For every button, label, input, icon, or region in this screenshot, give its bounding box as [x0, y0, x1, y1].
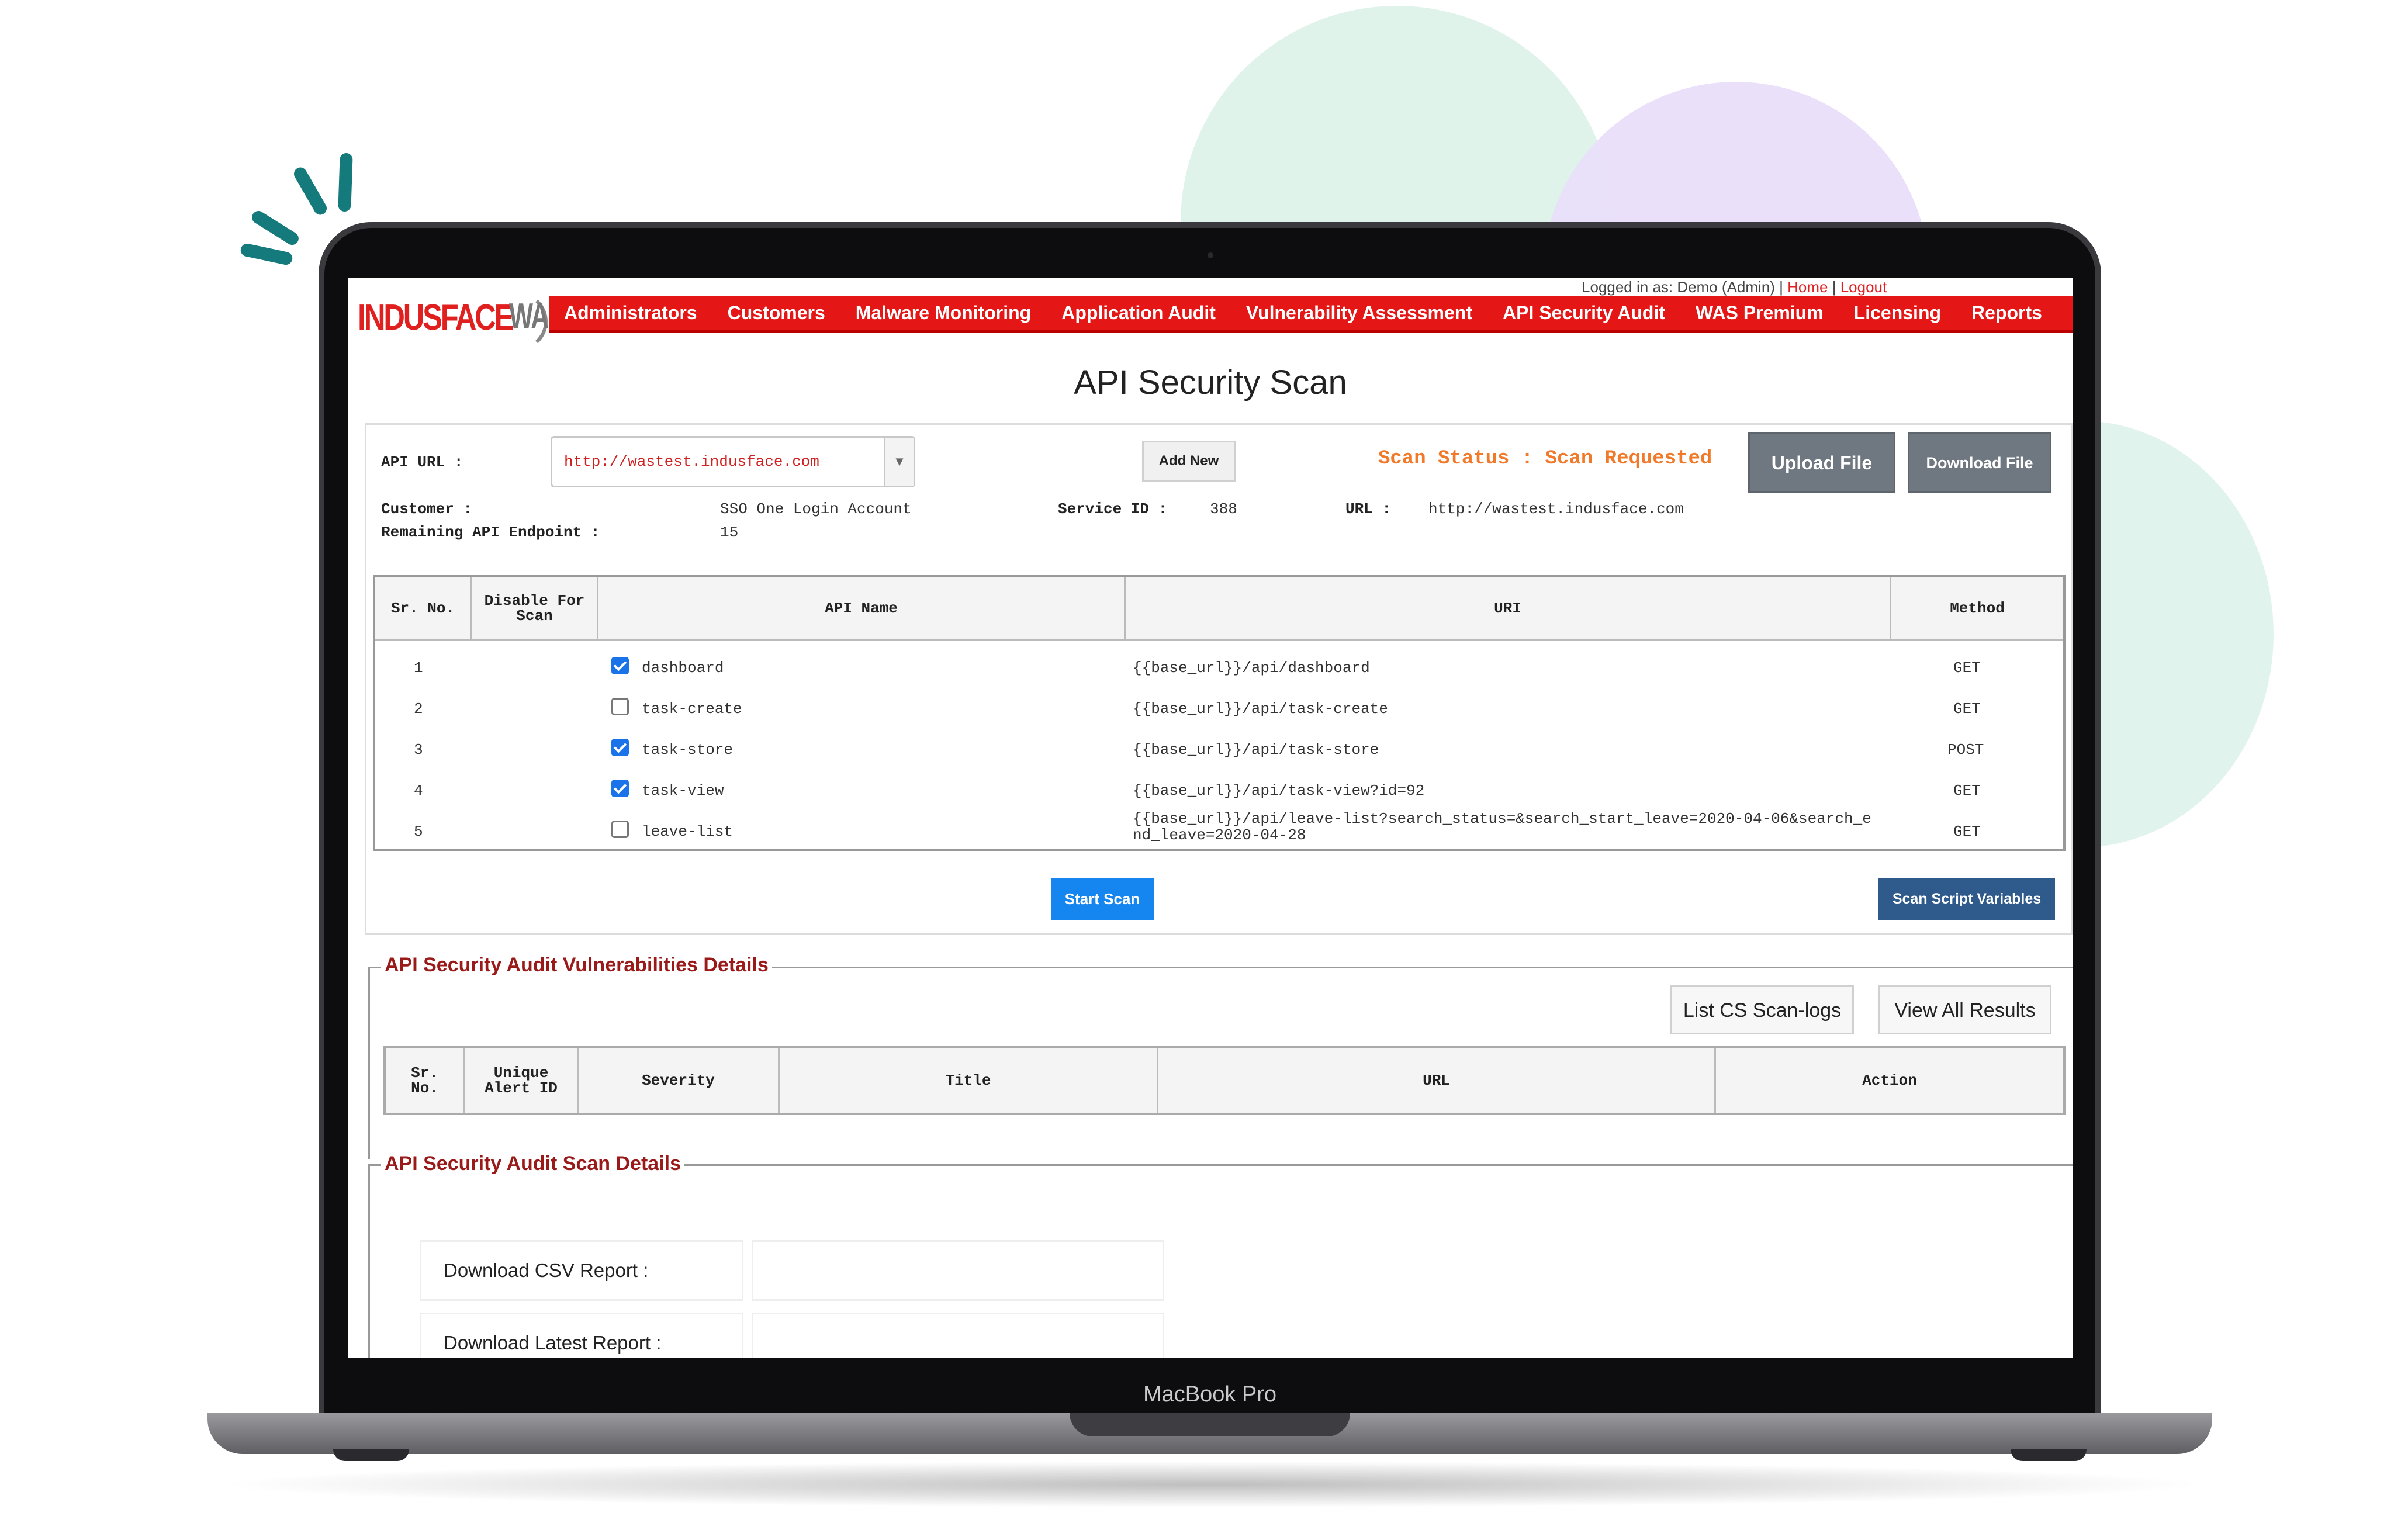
row-api-name: task-store [642, 741, 734, 759]
home-link[interactable]: Home [1787, 278, 1828, 296]
customer-value: SSO One Login Account [720, 500, 912, 518]
laptop-foot [333, 1449, 409, 1461]
row-sr: 1 [414, 659, 423, 677]
nav-vulnerability-assessment[interactable]: Vulnerability Assessment [1231, 302, 1487, 324]
header-sr-no: Sr. No. [375, 577, 472, 641]
disable-scan-checkbox[interactable] [611, 698, 629, 715]
header-sr-no: Sr. No. [386, 1048, 465, 1113]
header-sr-line1: Sr. [411, 1064, 438, 1082]
start-scan-button[interactable]: Start Scan [1051, 878, 1154, 920]
upload-file-button[interactable]: Upload File [1748, 432, 1895, 493]
row-api-name: task-create [642, 700, 742, 718]
service-id-value: 388 [1210, 500, 1237, 518]
camera-icon [1208, 252, 1213, 258]
header-disable-line1: Disable For [484, 591, 585, 610]
add-new-button[interactable]: Add New [1142, 441, 1236, 482]
remaining-endpoint-label: Remaining API Endpoint : [381, 524, 600, 541]
view-all-results-button[interactable]: View All Results [1878, 985, 2051, 1034]
disable-scan-checkbox[interactable] [611, 657, 629, 674]
header-api-name: API Name [598, 577, 1126, 641]
row-uri: {{base_url}}/api/leave-list?search_statu… [1133, 810, 1871, 828]
sparkle-icon [338, 153, 353, 212]
scan-status: Scan Status : Scan Requested [1378, 448, 1712, 470]
row-method: GET [1953, 700, 1981, 718]
page-title: API Security Scan [1074, 364, 1347, 401]
row-api-name: task-view [642, 782, 724, 799]
disable-scan-checkbox[interactable] [611, 739, 629, 756]
row-method: GET [1953, 823, 1981, 840]
url-label: URL : [1345, 500, 1392, 518]
api-url-value: http://wastest.indusface.com [564, 453, 819, 470]
download-csv-label: Download CSV Report : [420, 1240, 743, 1301]
header-action: Action [1716, 1048, 2063, 1113]
laptop-notch [1070, 1413, 1350, 1436]
row-method: GET [1953, 782, 1981, 799]
remaining-endpoint-value: 15 [720, 524, 739, 541]
login-bar: Logged in as: Demo (Admin) | Home | Logo… [1582, 278, 1887, 296]
main-navigation: Administrators Customers Malware Monitor… [549, 296, 2073, 333]
header-disable-line2: Scan [516, 607, 553, 625]
nav-customers[interactable]: Customers [712, 302, 840, 324]
download-latest-field[interactable] [752, 1313, 1164, 1358]
header-uri: URI [1126, 577, 1891, 641]
nav-reports[interactable]: Reports [1956, 302, 2057, 324]
logout-link[interactable]: Logout [1840, 278, 1887, 296]
chevron-down-icon[interactable]: ▼ [884, 438, 914, 486]
row-api-name: dashboard [642, 659, 724, 677]
download-csv-field[interactable] [752, 1240, 1164, 1301]
disable-scan-checkbox[interactable] [611, 780, 629, 797]
header-method: Method [1891, 577, 2063, 641]
row-uri: {{base_url}}/api/task-store [1133, 741, 1379, 759]
api-url-label: API URL : [381, 454, 463, 471]
header-url: URL [1158, 1048, 1716, 1113]
disable-scan-checkbox[interactable] [611, 821, 629, 838]
download-file-button[interactable]: Download File [1908, 432, 2051, 493]
url-value: http://wastest.indusface.com [1428, 500, 1684, 518]
nav-api-security-audit[interactable]: API Security Audit [1487, 302, 1680, 324]
indusface-logo[interactable]: INDUSFACE WAS [358, 285, 565, 353]
header-sr-line2: No. [411, 1079, 438, 1097]
download-latest-label: Download Latest Report : [420, 1313, 743, 1358]
header-alert-line2: Alert ID [485, 1079, 558, 1097]
row-method: GET [1953, 659, 1981, 677]
row-uri: {{base_url}}/api/task-create [1133, 700, 1388, 718]
service-id-label: Service ID : [1058, 500, 1168, 518]
nav-malware-monitoring[interactable]: Malware Monitoring [840, 302, 1046, 324]
list-scan-logs-button[interactable]: List CS Scan-logs [1670, 985, 1854, 1034]
row-sr: 2 [414, 700, 423, 718]
customer-label: Customer : [381, 500, 473, 518]
header-title: Title [780, 1048, 1158, 1113]
row-api-name: leave-list [642, 823, 734, 840]
row-uri-continued: nd_leave=2020-04-28 [1133, 826, 1306, 844]
sparkle-icon [239, 242, 294, 266]
header-disable-for-scan: Disable For Scan [472, 577, 598, 641]
laptop-foot [2011, 1449, 2087, 1461]
nav-administrators[interactable]: Administrators [549, 302, 712, 324]
device-label: MacBook Pro [1143, 1382, 1277, 1407]
api-endpoint-table: Sr. No. Disable For Scan API Name URI Me… [373, 575, 2066, 851]
app-screen: Logged in as: Demo (Admin) | Home | Logo… [348, 278, 2073, 1358]
sparkle-icon [250, 208, 301, 248]
login-text: Logged in as: Demo (Admin) | [1582, 278, 1788, 296]
scan-details-legend: API Security Audit Scan Details [381, 1152, 684, 1175]
row-sr: 4 [414, 782, 423, 799]
row-method: POST [1947, 741, 1984, 759]
vulnerabilities-legend: API Security Audit Vulnerabilities Detai… [381, 954, 772, 977]
row-sr: 3 [414, 741, 423, 759]
row-sr: 5 [414, 823, 423, 840]
laptop-shadow [210, 1461, 2209, 1508]
header-unique-alert-id: Unique Alert ID [465, 1048, 579, 1113]
nav-application-audit[interactable]: Application Audit [1046, 302, 1231, 324]
row-uri: {{base_url}}/api/dashboard [1133, 659, 1370, 677]
logo-was-mark: WAS [478, 290, 565, 353]
api-url-select[interactable]: http://wastest.indusface.com ▼ [551, 436, 915, 487]
header-alert-line1: Unique [493, 1064, 549, 1082]
header-severity: Severity [579, 1048, 780, 1113]
vulnerabilities-table: Sr. No. Unique Alert ID Severity Title U… [383, 1046, 2066, 1115]
row-uri: {{base_url}}/api/task-view?id=92 [1133, 782, 1425, 799]
nav-was-premium[interactable]: WAS Premium [1680, 302, 1839, 324]
nav-licensing[interactable]: Licensing [1839, 302, 1956, 324]
sparkle-icon [291, 165, 330, 217]
scan-script-variables-button[interactable]: Scan Script Variables [1878, 878, 2055, 920]
